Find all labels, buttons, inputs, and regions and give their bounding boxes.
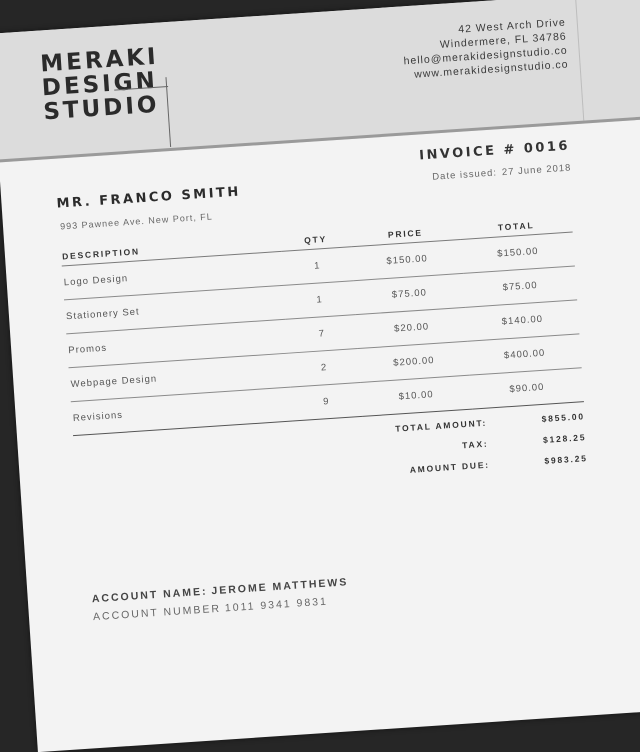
logo-divider-vertical <box>165 77 172 148</box>
invoice-date: Date issued: 27 June 2018 <box>432 163 572 183</box>
account-number-label: ACCOUNT NUMBER <box>92 602 222 624</box>
page-edge-divider <box>574 0 640 121</box>
total-amount-value: $855.00 <box>541 410 586 424</box>
invoice-header: MERAKI DESIGN STUDIO 42 West Arch Drive … <box>0 0 640 163</box>
item-qty: 1 <box>283 280 356 320</box>
line-items-table: DESCRIPTION QTY PRICE TOTAL Logo Design … <box>59 200 584 436</box>
amount-due-value: $983.25 <box>544 452 588 466</box>
account-details: ACCOUNT NAME: JEROME MATTHEWS ACCOUNT NUM… <box>92 576 350 623</box>
invoice-date-value: 27 June 2018 <box>501 162 572 179</box>
item-qty: 9 <box>290 382 363 422</box>
client-name: MR. FRANCO SMITH <box>56 184 242 212</box>
item-qty: 1 <box>281 246 354 286</box>
header-qty: QTY <box>279 215 352 252</box>
account-name-label: ACCOUNT NAME: <box>91 585 208 606</box>
item-qty: 7 <box>285 314 358 354</box>
company-logo: MERAKI DESIGN STUDIO <box>39 44 163 126</box>
amount-due-label: AMOUNT DUE: <box>409 459 491 475</box>
item-qty: 2 <box>288 348 361 388</box>
account-number-value: 1011 9341 9831 <box>224 595 329 615</box>
tax-value: $128.25 <box>542 431 587 445</box>
totals-block: TOTAL AMOUNT: $855.00 TAX: $128.25 AMOUN… <box>357 405 589 483</box>
company-contact: 42 West Arch Drive Windermere, FL 34786 … <box>401 16 569 83</box>
item-total: $90.00 <box>469 367 584 410</box>
logo-line: STUDIO <box>42 91 161 126</box>
invoice-sheet: MERAKI DESIGN STUDIO 42 West Arch Drive … <box>0 0 640 752</box>
account-name-value: JEROME MATTHEWS <box>211 576 349 598</box>
invoice-date-label: Date issued: <box>431 167 498 183</box>
item-price: $10.00 <box>360 375 473 417</box>
invoice-title: INVOICE # 0016 <box>418 138 571 164</box>
